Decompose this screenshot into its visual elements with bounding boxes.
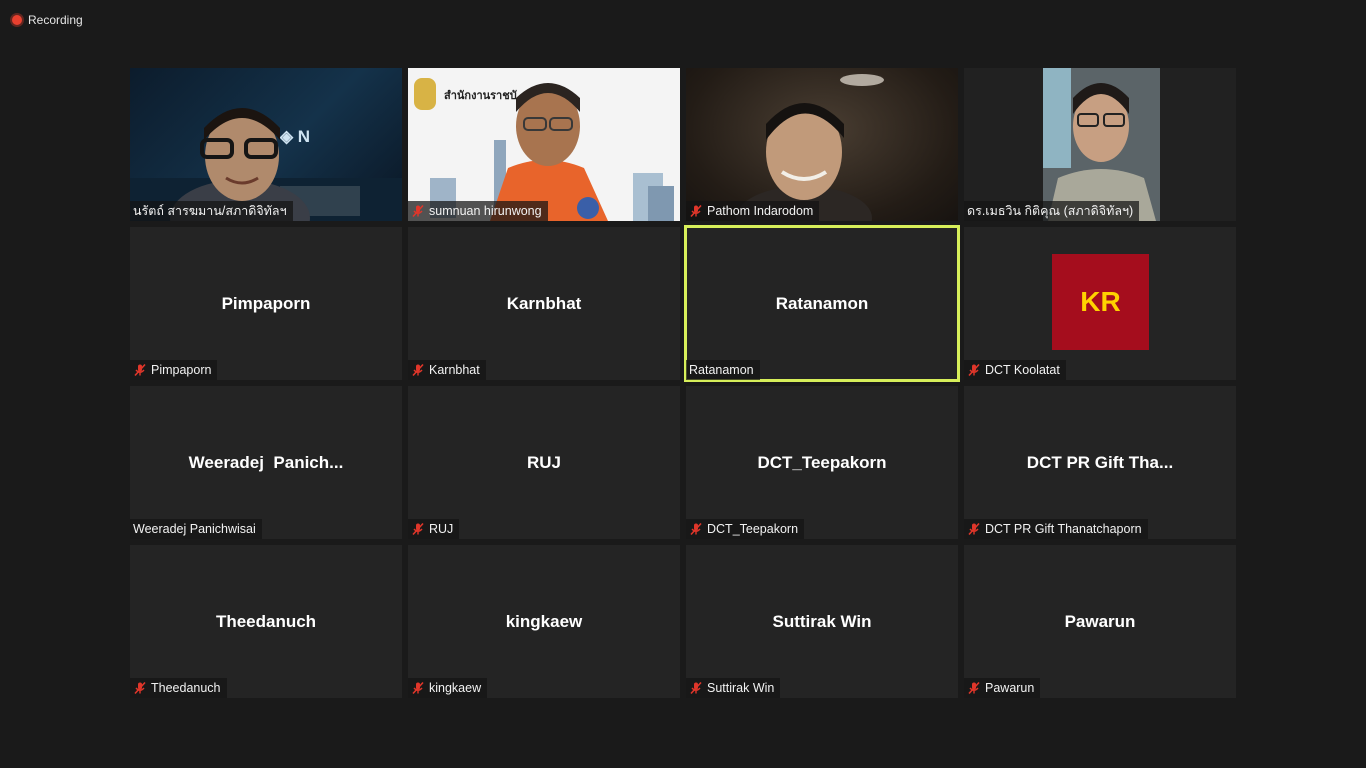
participant-tile[interactable]: Suttirak Win Suttirak Win — [686, 545, 958, 698]
participant-nameplate: Pathom Indarodom — [686, 201, 820, 221]
participant-nameplate: DCT_Teepakorn — [686, 519, 805, 539]
participant-name: Karnbhat — [429, 363, 480, 377]
video-tile[interactable]: ดร.เมธวิน กิติคุณ (สภาดิจิทัลฯ) — [964, 68, 1236, 221]
participant-tile[interactable]: kingkaew kingkaew — [408, 545, 680, 698]
participant-name: DCT Koolatat — [985, 363, 1060, 377]
participant-nameplate: Karnbhat — [408, 360, 486, 380]
microphone-muted-icon — [411, 681, 425, 695]
participant-nameplate: RUJ — [408, 519, 460, 539]
participant-nameplate: นรัตถ์ สารฆมาน/สภาดิจิทัลฯ — [130, 201, 293, 221]
recording-label: Recording — [28, 13, 83, 27]
participant-name: Theedanuch — [151, 681, 221, 695]
participant-display-name: Weeradej Panich... — [188, 452, 344, 472]
participant-nameplate: Theedanuch — [130, 678, 227, 698]
participant-nameplate: DCT Koolatat — [964, 360, 1066, 380]
participant-name: ดร.เมธวิน กิติคุณ (สภาดิจิทัลฯ) — [967, 204, 1134, 218]
participant-display-name: Karnbhat — [506, 293, 582, 313]
participant-display-name: Suttirak Win — [772, 611, 872, 631]
video-tile[interactable]: ◈ N นรัตถ์ สารฆมาน/สภาดิจิทัลฯ — [130, 68, 402, 221]
participant-display-name: Theedanuch — [215, 611, 317, 631]
participant-name: นรัตถ์ สารฆมาน/สภาดิจิทัลฯ — [133, 204, 287, 218]
participant-nameplate: Pimpaporn — [130, 360, 218, 380]
video-tile[interactable]: สำนักงานราชบั sumnuan hirunwong — [408, 68, 680, 221]
microphone-muted-icon — [411, 363, 425, 377]
banner-text: สำนักงานราชบั — [444, 90, 517, 102]
participant-tile[interactable]: RUJ RUJ — [408, 386, 680, 539]
recording-indicator[interactable]: Recording — [12, 12, 83, 28]
participant-display-name: DCT_Teepakorn — [757, 452, 887, 472]
participant-name: Weeradej Panichwisai — [133, 522, 256, 536]
participant-name: kingkaew — [429, 681, 482, 695]
microphone-muted-icon — [133, 681, 147, 695]
microphone-muted-icon — [133, 363, 147, 377]
active-speaker-tile[interactable]: Ratanamon Ratanamon — [684, 225, 960, 382]
participant-name: Suttirak Win — [707, 681, 775, 695]
participant-nameplate: sumnuan hirunwong — [408, 201, 548, 221]
participant-name: Pathom Indarodom — [707, 204, 814, 218]
participant-tile[interactable]: DCT_Teepakorn DCT_Teepakorn — [686, 386, 958, 539]
participant-tile[interactable]: DCT PR Gift Tha... DCT PR Gift Thanatcha… — [964, 386, 1236, 539]
participant-name: DCT PR Gift Thanatchaporn — [985, 522, 1142, 536]
participant-tile[interactable]: Pawarun Pawarun — [964, 545, 1236, 698]
participant-tile[interactable]: Karnbhat Karnbhat — [408, 227, 680, 380]
participant-nameplate: kingkaew — [408, 678, 488, 698]
microphone-muted-icon — [967, 522, 981, 536]
participant-tile[interactable]: Weeradej Panich... Weeradej Panichwisai — [130, 386, 402, 539]
video-tile[interactable]: Pathom Indarodom — [686, 68, 958, 221]
participant-nameplate: DCT PR Gift Thanatchaporn — [964, 519, 1148, 539]
participant-display-name: Pimpaporn — [221, 293, 311, 313]
participant-name: Pimpaporn — [151, 363, 212, 377]
microphone-muted-icon — [967, 363, 981, 377]
microphone-muted-icon — [967, 681, 981, 695]
microphone-muted-icon — [411, 204, 425, 218]
participant-nameplate: Ratanamon — [686, 360, 760, 380]
participant-name: Ratanamon — [689, 363, 754, 377]
participant-video: ◈ N — [130, 108, 402, 221]
microphone-muted-icon — [689, 204, 703, 218]
participant-display-name: Pawarun — [1064, 611, 1136, 631]
participant-name: Pawarun — [985, 681, 1035, 695]
participant-nameplate: ดร.เมธวิน กิติคุณ (สภาดิจิทัลฯ) — [964, 201, 1140, 221]
participant-name: RUJ — [429, 522, 454, 536]
participant-display-name: RUJ — [526, 452, 561, 472]
microphone-muted-icon — [689, 681, 703, 695]
participant-name: DCT_Teepakorn — [707, 522, 799, 536]
recording-dot-icon — [12, 15, 22, 25]
avatar: KR — [1052, 254, 1149, 350]
participant-tile[interactable]: Theedanuch Theedanuch — [130, 545, 402, 698]
gallery-view: ◈ N นรัตถ์ สารฆมาน/สภาดิจิทัลฯ สำนักงานร… — [130, 68, 1236, 698]
participant-tile[interactable]: Pimpaporn Pimpaporn — [130, 227, 402, 380]
participant-name: sumnuan hirunwong — [429, 204, 542, 218]
svg-text:◈ N: ◈ N — [279, 127, 310, 146]
participant-display-name: DCT PR Gift Tha... — [1026, 452, 1174, 472]
microphone-muted-icon — [411, 522, 425, 536]
participant-nameplate: Pawarun — [964, 678, 1041, 698]
participant-display-name: Ratanamon — [775, 293, 869, 313]
participant-nameplate: Suttirak Win — [686, 678, 781, 698]
participant-nameplate: Weeradej Panichwisai — [130, 519, 262, 539]
microphone-muted-icon — [689, 522, 703, 536]
participant-tile[interactable]: KR DCT Koolatat — [964, 227, 1236, 380]
participant-video — [1043, 68, 1160, 221]
participant-display-name: kingkaew — [505, 611, 583, 631]
participant-video — [736, 74, 884, 221]
